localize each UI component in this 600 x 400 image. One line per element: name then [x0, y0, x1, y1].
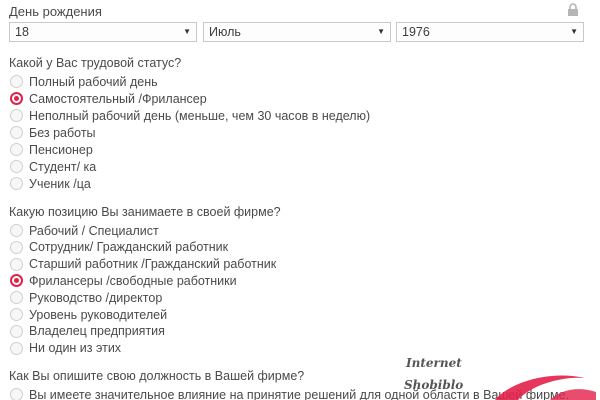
radio-option[interactable]: Без работы	[10, 124, 96, 141]
radio-option-label: Фрилансеры /свободные работники	[29, 273, 237, 288]
radio-button[interactable]	[10, 388, 23, 400]
radio-option-label: Владелец предприятия	[29, 324, 165, 339]
radio-option[interactable]: Пенсионер	[10, 141, 93, 158]
radio-option-label: Ученик /ца	[29, 176, 91, 191]
radio-option[interactable]: Старший работник /Гражданский работник	[10, 256, 276, 273]
radio-option-label: Уровень руководителей	[29, 307, 168, 322]
watermark-logo: Internet Shobiblo	[400, 352, 600, 400]
radio-option[interactable]: Самостоятельный /Фрилансер	[10, 90, 207, 107]
radio-option[interactable]: Рабочий / Специалист	[10, 222, 159, 239]
position-question: Какую позицию Вы занимаете в своей фирме…	[9, 205, 281, 219]
radio-button[interactable]	[10, 240, 23, 254]
birth-day-value: 18	[15, 25, 29, 39]
radio-option-label: Рабочий / Специалист	[29, 223, 159, 238]
birth-month-value: Июль	[209, 25, 241, 39]
radio-option-label: Неполный рабочий день (меньше, чем 30 ча…	[29, 108, 371, 123]
radio-option-label: Студент/ ка	[29, 159, 97, 174]
radio-button[interactable]	[10, 126, 23, 139]
radio-button[interactable]	[10, 75, 23, 88]
radio-button[interactable]	[10, 224, 23, 237]
birthday-label: День рождения	[9, 4, 102, 19]
radio-option[interactable]: Фрилансеры /свободные работники	[10, 272, 237, 289]
radio-option[interactable]: Ни один из этих	[10, 340, 121, 357]
birth-year-value: 1976	[402, 25, 430, 39]
radio-option[interactable]: Полный рабочий день	[10, 73, 158, 90]
birth-month-select[interactable]: Июль ▼	[203, 22, 391, 42]
radio-button[interactable]	[10, 308, 23, 321]
watermark-text-line1: Internet	[406, 356, 462, 370]
birth-day-select[interactable]: 18 ▼	[9, 22, 197, 42]
radio-option-label: Пенсионер	[29, 142, 93, 157]
chevron-down-icon: ▼	[183, 27, 191, 36]
radio-button-checked[interactable]	[10, 92, 23, 105]
radio-option[interactable]: Уровень руководителей	[10, 306, 167, 323]
radio-button[interactable]	[10, 257, 23, 271]
role-question: Как Вы опишите свою должность в Вашей фи…	[9, 369, 305, 383]
radio-option-label: Старший работник /Гражданский работник	[29, 257, 277, 272]
radio-option-label: Самостоятельный /Фрилансер	[29, 91, 207, 106]
radio-button[interactable]	[10, 341, 23, 355]
radio-button[interactable]	[10, 324, 23, 338]
radio-option-label: Без работы	[29, 125, 96, 140]
watermark-text-line2: Shobiblo	[404, 378, 464, 392]
radio-button[interactable]	[10, 177, 23, 190]
radio-button[interactable]	[10, 160, 23, 173]
radio-option[interactable]: Владелец предприятия	[10, 323, 165, 340]
radio-option[interactable]: Ученик /ца	[10, 175, 91, 192]
chevron-down-icon: ▼	[570, 27, 578, 36]
radio-option-label: Сотрудник/ Гражданский работник	[29, 240, 229, 255]
radio-option-label: Полный рабочий день	[29, 74, 158, 89]
radio-option[interactable]: Студент/ ка	[10, 158, 96, 175]
radio-button-checked[interactable]	[10, 274, 23, 288]
birth-year-select[interactable]: 1976 ▼	[396, 22, 584, 42]
radio-option[interactable]: Неполный рабочий день (меньше, чем 30 ча…	[10, 107, 370, 124]
radio-button[interactable]	[10, 109, 23, 122]
chevron-down-icon: ▼	[377, 27, 385, 36]
radio-option[interactable]: Сотрудник/ Гражданский работник	[10, 239, 228, 256]
radio-option[interactable]: Руководство /директор	[10, 289, 162, 306]
radio-button[interactable]	[10, 143, 23, 156]
employment-question: Какой у Вас трудовой статус?	[9, 56, 182, 70]
lock-icon	[568, 3, 578, 16]
radio-option-label: Руководство /директор	[29, 290, 163, 305]
radio-option-label: Ни один из этих	[29, 341, 122, 356]
radio-button[interactable]	[10, 291, 23, 305]
